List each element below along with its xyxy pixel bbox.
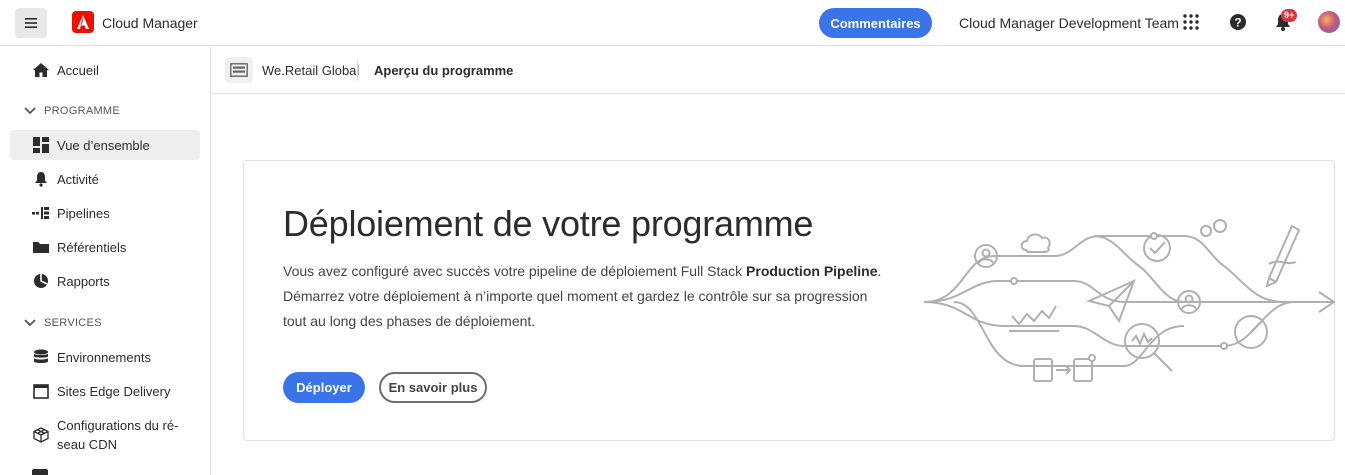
pipeline-name: Production Pipeline <box>746 263 878 279</box>
menu-icon <box>25 18 37 28</box>
feedback-button[interactable]: Commentaires <box>819 8 932 38</box>
window-icon <box>32 382 50 400</box>
sidebar-item-label: Accueil <box>57 62 99 78</box>
section-label: PROGRAMME <box>44 105 121 117</box>
sidebar-item-label: Environnements <box>57 349 151 365</box>
chevron-down-icon <box>24 107 36 115</box>
card-description: Vous avez configuré avec succès votre pi… <box>283 259 883 334</box>
sidebar-item-label: Rapports <box>57 273 110 289</box>
description-text: Vous avez configuré avec succès votre pi… <box>283 263 747 279</box>
database-icon <box>32 348 50 366</box>
bell-icon <box>32 170 50 188</box>
sidebar-item-repositories[interactable]: Référentiels <box>10 232 200 262</box>
sidebar-item-label: Pipelines <box>57 205 110 221</box>
folder-icon <box>32 238 50 256</box>
deployment-illustration <box>924 219 1336 382</box>
description-line3: tout au long des phases de déploiement. <box>283 313 536 329</box>
app-title[interactable]: Cloud Manager <box>102 15 198 31</box>
sidebar-item-label: Vue d’ensemble <box>57 137 150 153</box>
cube-icon <box>32 426 50 444</box>
sidebar-item-label: Référentiels <box>57 239 127 255</box>
program-icon[interactable] <box>225 57 253 83</box>
breadcrumb: We.Retail Global Aperçu du programme <box>211 47 1345 94</box>
sidebar-item-home[interactable]: Accueil <box>10 55 200 85</box>
page-title: Aperçu du programme <box>374 63 514 78</box>
sidebar-item-label: Sites Edge Delivery <box>57 383 171 399</box>
breadcrumb-program[interactable]: We.Retail Global <box>262 63 359 78</box>
hamburger-menu-button[interactable] <box>15 8 47 38</box>
svg-text:?: ? <box>1234 16 1241 30</box>
notification-badge: 9+ <box>1281 9 1298 22</box>
pipeline-icon <box>32 204 50 222</box>
deploy-program-card: Déploiement de votre programme Vous avez… <box>243 160 1336 441</box>
section-programme[interactable]: PROGRAMME <box>24 105 120 117</box>
chevron-down-icon <box>24 319 36 327</box>
sidebar-item-activity[interactable]: Activité <box>10 164 200 194</box>
sidebar-item-label-line2: seau CDN <box>57 437 117 452</box>
help-icon[interactable]: ? <box>1228 12 1248 32</box>
sidebar-item-label: Activité <box>57 171 99 187</box>
org-switcher[interactable]: Cloud Manager Development Team <box>959 15 1179 31</box>
description-line2: Démarrez votre déploiement à n’importe q… <box>283 288 868 304</box>
sidebar-item-reports[interactable]: Rapports <box>10 266 200 296</box>
sidebar-item-label: Configurations du ré- <box>57 418 179 433</box>
sidebar-item-pipelines[interactable]: Pipelines <box>10 198 200 228</box>
breadcrumb-divider <box>357 59 358 81</box>
description-period: . <box>877 263 882 279</box>
overview-icon <box>32 136 50 154</box>
sidebar-item-cdn[interactable]: Configurations du ré- seau CDN <box>10 415 200 455</box>
pie-chart-icon <box>32 272 50 290</box>
learn-more-button[interactable]: En savoir plus <box>379 372 487 403</box>
sidebar-more-icon <box>32 469 48 475</box>
section-services[interactable]: SERVICES <box>24 317 102 329</box>
sidebar-item-edge-delivery[interactable]: Sites Edge Delivery <box>10 376 200 406</box>
sidebar: Accueil PROGRAMME Vue d’ensemble Activit… <box>0 47 211 475</box>
deploy-button[interactable]: Déployer <box>283 372 365 403</box>
adobe-logo-icon[interactable] <box>72 11 94 33</box>
home-icon <box>32 61 50 79</box>
section-label: SERVICES <box>44 317 102 329</box>
top-bar: Cloud Manager Commentaires Cloud Manager… <box>0 0 1345 46</box>
app-grid-icon[interactable] <box>1181 12 1201 32</box>
sidebar-item-overview[interactable]: Vue d’ensemble <box>10 130 200 160</box>
card-title: Déploiement de votre programme <box>283 203 814 244</box>
sidebar-item-environments[interactable]: Environnements <box>10 342 200 372</box>
user-avatar[interactable] <box>1318 11 1340 33</box>
